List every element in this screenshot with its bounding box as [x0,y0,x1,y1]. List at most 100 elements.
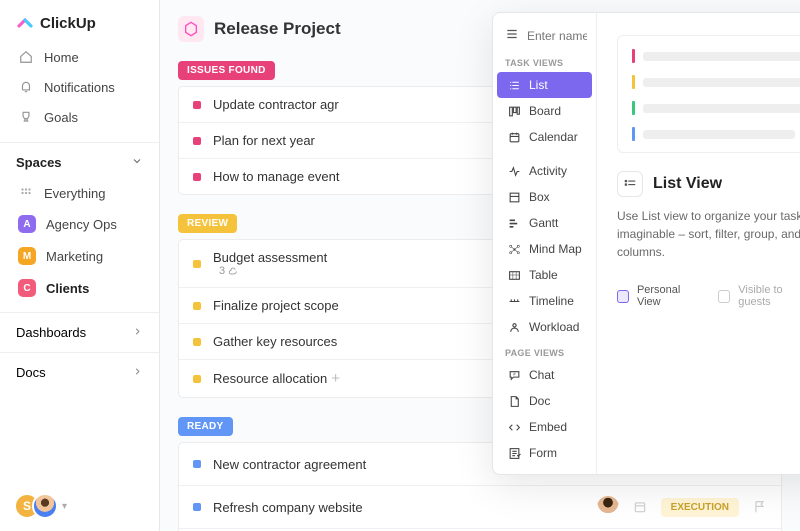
visible-guests-checkbox[interactable] [718,290,730,303]
space-badge: M [18,247,36,265]
space-everything-label: Everything [44,186,105,201]
chat-icon: # [507,368,521,382]
chevron-right-icon [132,325,143,340]
view-option-board[interactable]: Board [497,98,592,124]
assignee-avatar[interactable] [597,496,619,518]
status-dot [193,260,201,268]
space-item-clients[interactable]: C Clients [8,272,151,304]
timeline-icon [507,294,521,308]
chevron-right-icon [132,365,143,380]
view-name-input[interactable] [527,29,587,43]
spaces-header[interactable]: Spaces [0,142,159,178]
nav-goals[interactable]: Goals [8,102,151,132]
status-dot [193,173,201,181]
nav-dashboards[interactable]: Dashboards [0,312,159,352]
space-label: Clients [46,281,89,296]
personal-view-label: Personal View [637,284,700,308]
status-dot [193,137,201,145]
group-label[interactable]: REVIEW [178,214,237,233]
list-icon [507,78,521,92]
view-option-label: Mind Map [529,242,582,256]
view-option-label: Chat [529,368,554,382]
add-subtask-icon[interactable]: + [331,370,340,387]
date-icon[interactable] [633,500,647,514]
grid-icon [18,185,34,201]
list-view-description: Use List view to organize your tasks in … [617,207,800,261]
list-view-title: List View [653,175,722,193]
status-dot [193,101,201,109]
status-dot [193,338,201,346]
view-option-label: Doc [529,394,550,408]
view-option-list[interactable]: List [497,72,592,98]
chevron-down-icon [131,155,143,170]
status-dot [193,460,201,468]
space-badge: C [18,279,36,297]
activity-icon [507,164,521,178]
personal-view-checkbox[interactable] [617,290,629,303]
main-content: Release Project ISSUES FOUNDUpdate contr… [160,0,800,531]
space-badge: A [18,215,36,233]
avatar-photo [32,493,58,519]
view-option-label: Box [529,190,550,204]
nav-notifications-label: Notifications [44,80,115,95]
space-label: Agency Ops [46,217,117,232]
gantt-icon [507,216,521,230]
space-label: Marketing [46,249,103,264]
task-row[interactable]: Refresh company website EXECUTION [179,486,781,529]
space-everything[interactable]: Everything [8,178,151,208]
view-option-label: Form [529,446,557,460]
view-option-table[interactable]: Table [497,262,592,288]
space-item-marketing[interactable]: M Marketing [8,240,151,272]
view-option-label: Table [529,268,558,282]
user-avatar-group[interactable]: S ▾ [0,481,159,531]
view-option-timeline[interactable]: Timeline [497,288,592,314]
view-option-chat[interactable]: # Chat [497,362,592,388]
nav-home[interactable]: Home [8,42,151,72]
view-option-gantt[interactable]: Gantt [497,210,592,236]
mind-map-icon [507,242,521,256]
view-option-label: List [529,78,548,92]
table-icon [507,268,521,282]
view-option-workload[interactable]: Workload [497,314,592,340]
status-dot [193,302,201,310]
view-option-embed[interactable]: Embed [497,414,592,440]
view-option-mind-map[interactable]: Mind Map [497,236,592,262]
view-option-label: Calendar [529,130,578,144]
dashboards-label: Dashboards [16,325,86,340]
clickup-logo-icon [16,14,34,32]
brand-name: ClickUp [40,15,96,32]
task-views-label: TASK VIEWS [493,50,596,72]
box-icon [507,190,521,204]
group-label[interactable]: ISSUES FOUND [178,61,275,80]
view-option-calendar[interactable]: Calendar [497,124,592,150]
workload-icon [507,320,521,334]
project-icon [178,16,204,42]
list-view-icon [617,171,643,197]
nav-home-label: Home [44,50,79,65]
sidebar: ClickUp Home Notifications Goals Spaces … [0,0,160,531]
nav-goals-label: Goals [44,110,78,125]
flag-icon[interactable] [753,500,767,514]
embed-icon [507,420,521,434]
calendar-icon [507,130,521,144]
trophy-icon [18,109,34,125]
nav-notifications[interactable]: Notifications [8,72,151,102]
nav-docs[interactable]: Docs [0,352,159,392]
space-item-agency-ops[interactable]: A Agency Ops [8,208,151,240]
view-option-label: Workload [529,320,579,334]
visible-guests-label: Visible to guests [738,284,800,308]
view-option-form[interactable]: Form [497,440,592,466]
docs-label: Docs [16,365,46,380]
view-option-label: Board [529,104,561,118]
brand-logo[interactable]: ClickUp [0,0,159,42]
task-title: Refresh company website [213,500,597,515]
project-title: Release Project [214,19,341,39]
status-tag[interactable]: EXECUTION [661,498,739,517]
view-option-doc[interactable]: Doc [497,388,592,414]
view-option-activity[interactable]: Activity [497,158,592,184]
view-option-box[interactable]: Box [497,184,592,210]
view-option-label: Embed [529,420,567,434]
group-label[interactable]: READY [178,417,233,436]
bell-icon [18,79,34,95]
status-dot [193,375,201,383]
